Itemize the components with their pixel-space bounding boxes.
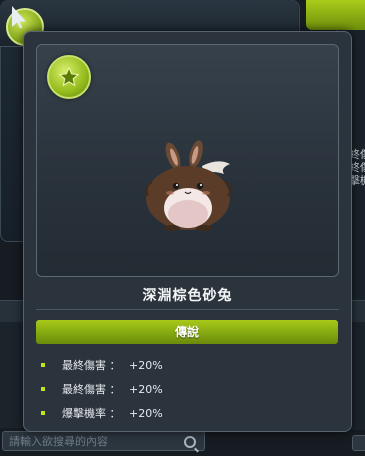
bullet-icon — [41, 387, 45, 391]
bottom-right-button[interactable] — [352, 435, 365, 451]
search-icon[interactable] — [184, 436, 196, 448]
search-placeholder: 請輸入欲搜尋的內容 — [9, 435, 108, 448]
stat-label: 爆擊機率 ： — [62, 407, 121, 420]
bullet-icon — [41, 411, 45, 415]
stat-row: 爆擊機率 ： +20% — [41, 407, 331, 431]
stat-value: +20% — [129, 407, 163, 420]
divider — [36, 309, 339, 310]
stat-value: +20% — [129, 383, 163, 396]
stat-row: 最終傷害 ： +20% — [41, 383, 331, 407]
stat-label: 最終傷害 ： — [62, 383, 121, 396]
item-tooltip-card: 深淵棕色砂兔 傳說 最終傷害 ： +20% 最終傷害 ： +20% 爆擊機率 ：… — [23, 31, 352, 432]
stat-value: +20% — [129, 359, 163, 372]
star-icon — [47, 55, 91, 99]
stat-label: 最終傷害 ： — [62, 359, 121, 372]
stat-row: 最終傷害 ： +20% — [41, 359, 331, 383]
search-input[interactable]: 請輸入欲搜尋的內容 — [2, 431, 205, 451]
stat-list: 最終傷害 ： +20% 最終傷害 ： +20% 爆擊機率 ： +20% — [41, 359, 331, 431]
green-action-button[interactable] — [306, 0, 365, 30]
item-name: 深淵棕色砂兔 — [142, 288, 233, 304]
bullet-icon — [41, 363, 45, 367]
item-preview-frame — [36, 44, 339, 277]
sand-rabbit-image — [145, 140, 232, 231]
rarity-badge: 傳說 — [36, 320, 338, 344]
